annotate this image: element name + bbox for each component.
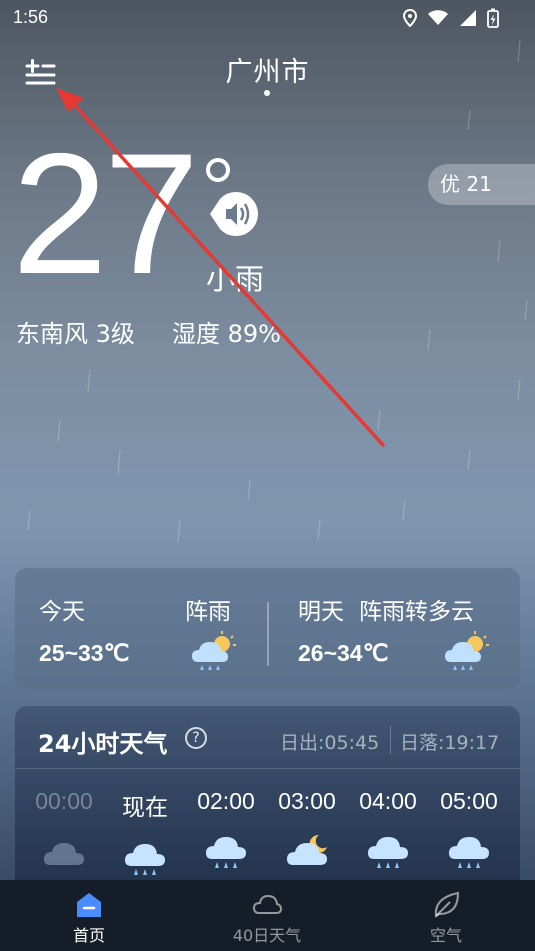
rain-cloud-icon bbox=[125, 844, 165, 875]
nav-air[interactable]: 空气 bbox=[381, 880, 511, 951]
status-time: 1:56 bbox=[13, 7, 49, 27]
today-label: 今天 bbox=[39, 599, 85, 625]
nav-40-day-label: 40日天气 bbox=[232, 926, 302, 945]
wifi-icon bbox=[428, 10, 448, 25]
moon-cloud-icon bbox=[287, 834, 327, 865]
hour-time: 现在 bbox=[122, 794, 168, 820]
current-condition: 小雨 bbox=[206, 262, 265, 296]
hour-item: 现在 bbox=[104, 788, 186, 878]
tomorrow-label: 明天 bbox=[298, 599, 344, 625]
nav-40-day[interactable]: 40日天气 bbox=[202, 880, 332, 951]
home-icon bbox=[77, 893, 101, 917]
hour-time: 02:00 bbox=[197, 788, 255, 814]
cloud-outline-icon bbox=[252, 894, 282, 914]
aqi-badge[interactable]: 优 21 bbox=[428, 164, 535, 205]
hourly-forecast-card: 24小时天气 ? 日出:05:45 日落:19:17 00:00 现在 02:0… bbox=[15, 706, 520, 906]
signal-icon bbox=[460, 10, 476, 26]
wind-info: 东南风 3级 bbox=[16, 320, 135, 348]
rain-cloud-icon bbox=[368, 837, 408, 868]
hour-time: 05:00 bbox=[440, 788, 498, 814]
forecast-divider bbox=[267, 602, 269, 666]
location-icon bbox=[403, 9, 417, 27]
rain-sun-icon bbox=[192, 631, 236, 670]
daily-forecast-card[interactable]: 今天 阵雨 25~33℃ 明天 阵雨转多云 26~34℃ bbox=[15, 568, 520, 690]
rain-cloud-icon bbox=[449, 837, 489, 868]
hourly-divider bbox=[15, 768, 520, 769]
hour-time: 00:00 bbox=[35, 788, 93, 814]
voice-broadcast-icon[interactable] bbox=[208, 190, 260, 238]
bottom-nav: 首页 40日天气 空气 bbox=[0, 880, 535, 951]
hour-item: 02:00 bbox=[185, 788, 267, 871]
nav-air-label: 空气 bbox=[429, 926, 462, 945]
humidity-info: 湿度 89% bbox=[172, 320, 281, 348]
tomorrow-condition: 阵雨转多云 bbox=[359, 599, 474, 625]
page-indicator-dot bbox=[264, 90, 270, 96]
sunset-time: 日落:19:17 bbox=[400, 732, 500, 754]
sun-divider bbox=[390, 726, 391, 754]
current-temperature: 27 bbox=[12, 118, 199, 310]
today-temp-range: 25~33℃ bbox=[39, 640, 130, 666]
battery-icon bbox=[487, 8, 499, 28]
hour-item: 03:00 bbox=[266, 788, 348, 871]
hour-item: 04:00 bbox=[347, 788, 429, 871]
hour-time: 04:00 bbox=[359, 788, 417, 814]
today-condition: 阵雨 bbox=[185, 599, 231, 625]
leaf-icon bbox=[434, 891, 460, 918]
rain-cloud-icon bbox=[206, 837, 246, 868]
hour-item: 00:00 bbox=[23, 788, 105, 871]
rain-sun-icon bbox=[445, 631, 489, 670]
status-bar: 1:56 bbox=[0, 0, 535, 36]
help-icon[interactable]: ? bbox=[185, 727, 207, 749]
hourly-title: 24小时天气 bbox=[38, 730, 168, 758]
sunrise-time: 日出:05:45 bbox=[280, 732, 380, 754]
tomorrow-temp-range: 26~34℃ bbox=[298, 640, 389, 666]
hour-item: 05:00 bbox=[428, 788, 510, 871]
degree-symbol bbox=[206, 158, 230, 182]
city-title[interactable]: 广州市 bbox=[0, 50, 535, 89]
cloud-icon bbox=[44, 843, 84, 865]
nav-home-label: 首页 bbox=[72, 926, 105, 945]
hour-time: 03:00 bbox=[278, 788, 336, 814]
nav-home[interactable]: 首页 bbox=[24, 880, 154, 951]
